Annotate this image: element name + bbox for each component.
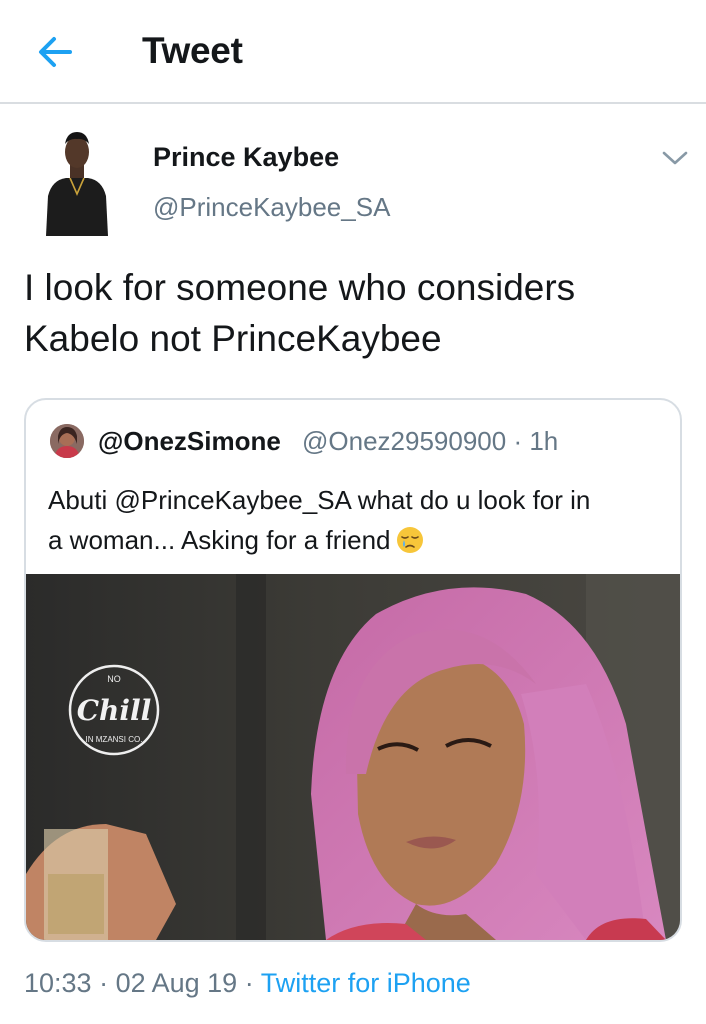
quoted-text-line1: Abuti @PrinceKaybee_SA what do u look fo… <box>48 485 591 515</box>
author-handle[interactable]: @PrinceKaybee_SA <box>153 192 390 223</box>
tweet-text: I look for someone who considers Kabelo … <box>24 267 576 359</box>
quoted-text: Abuti @PrinceKaybee_SA what do u look fo… <box>48 480 664 560</box>
logo-main-text: Chill <box>77 694 152 727</box>
top-bar: Tweet <box>0 0 706 104</box>
quoted-author-handle[interactable]: @Onez29590900 <box>302 426 506 456</box>
author-avatar[interactable] <box>44 128 110 236</box>
quoted-author-avatar[interactable] <box>50 424 84 458</box>
author-name[interactable]: Prince Kaybee <box>153 142 339 173</box>
sleepy-face-emoji-icon <box>395 525 425 555</box>
tweet-date: 02 Aug 19 <box>115 968 238 998</box>
quoted-text-line2: a woman... Asking for a friend <box>48 525 391 555</box>
page-title: Tweet <box>142 30 243 71</box>
quoted-tweet-card[interactable]: @OnezSimone @Onez29590900 · 1h Abuti @Pr… <box>24 398 682 942</box>
logo-top-text: NO <box>107 674 121 684</box>
back-button[interactable] <box>30 28 82 76</box>
separator-dot: · <box>506 426 530 456</box>
logo-bottom-text: IN MZANSI CO. <box>86 735 143 744</box>
chill-logo: NO Chill IN MZANSI CO. <box>68 664 160 756</box>
chevron-down-icon[interactable] <box>660 146 690 170</box>
quoted-author-name[interactable]: @OnezSimone <box>98 426 281 457</box>
quoted-age: 1h <box>529 426 559 456</box>
arrow-left-icon <box>39 37 72 67</box>
tweet-timestamp: 10:33 · 02 Aug 19 · Twitter for iPhone <box>24 968 471 998</box>
tweet-source-link[interactable]: Twitter for iPhone <box>261 968 471 998</box>
tweet-time: 10:33 <box>24 968 92 998</box>
quoted-meta: @Onez29590900 · 1h <box>302 426 558 457</box>
quoted-tweet-image[interactable]: NO Chill IN MZANSI CO. <box>26 574 680 940</box>
